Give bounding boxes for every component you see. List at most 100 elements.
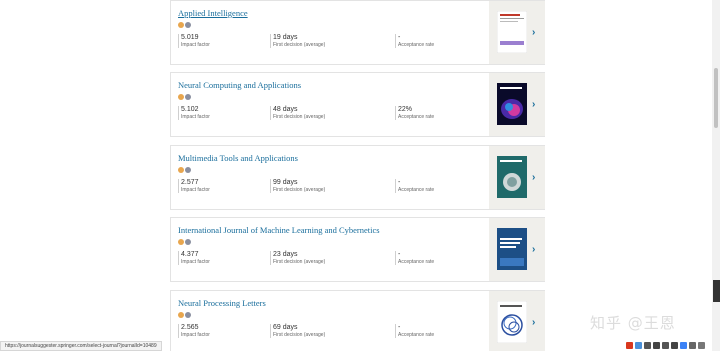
open-access-icons bbox=[178, 239, 191, 245]
mic-icon[interactable] bbox=[671, 342, 678, 349]
journal-cover-image bbox=[497, 83, 527, 125]
first-decision-value: 69 days bbox=[273, 324, 298, 331]
impact-factor-label: Impact factor bbox=[181, 114, 210, 120]
shirt-icon[interactable] bbox=[689, 342, 696, 349]
side-feedback-tab[interactable] bbox=[713, 280, 720, 302]
journal-card[interactable]: Multimedia Tools and Applications 2.577 I… bbox=[170, 145, 545, 210]
first-decision-value: 19 days bbox=[273, 34, 298, 41]
first-decision: 69 days First decision (average) bbox=[270, 324, 360, 338]
first-decision-value: 99 days bbox=[273, 179, 298, 186]
acceptance-rate-label: Acceptance rate bbox=[398, 187, 435, 193]
impact-factor: 5.019 Impact factor bbox=[178, 34, 268, 48]
grid-icon[interactable] bbox=[698, 342, 705, 349]
punctuation-icon[interactable] bbox=[644, 342, 651, 349]
journal-card[interactable]: Applied Intelligence 5.019 Impact factor … bbox=[170, 0, 545, 65]
chevron-right-icon[interactable]: › bbox=[532, 317, 540, 328]
first-decision-label: First decision (average) bbox=[273, 259, 326, 265]
journal-title-link[interactable]: Applied Intelligence bbox=[178, 8, 248, 18]
journal-card[interactable]: International Journal of Machine Learnin… bbox=[170, 217, 545, 282]
author-icon bbox=[185, 94, 191, 100]
open-access-icons bbox=[178, 94, 191, 100]
journal-title-link[interactable]: Neural Computing and Applications bbox=[178, 80, 301, 90]
impact-factor-label: Impact factor bbox=[181, 42, 210, 48]
first-decision-value: 23 days bbox=[273, 251, 298, 258]
impact-factor-label: Impact factor bbox=[181, 187, 210, 193]
system-tray bbox=[626, 340, 705, 351]
open-access-icons bbox=[178, 312, 191, 318]
impact-factor-label: Impact factor bbox=[181, 259, 210, 265]
acceptance-rate-value: - bbox=[398, 251, 401, 258]
impact-factor-value: 4.377 bbox=[181, 251, 199, 258]
impact-factor: 5.102 Impact factor bbox=[178, 106, 268, 120]
open-access-icons bbox=[178, 22, 191, 28]
impact-factor-value: 2.577 bbox=[181, 179, 199, 186]
acceptance-rate-label: Acceptance rate bbox=[398, 114, 435, 120]
first-decision-label: First decision (average) bbox=[273, 42, 326, 48]
journal-cover-image bbox=[497, 301, 527, 343]
first-decision-value: 48 days bbox=[273, 106, 298, 113]
first-decision: 48 days First decision (average) bbox=[270, 106, 360, 120]
acceptance-rate-label: Acceptance rate bbox=[398, 42, 435, 48]
open-access-icon bbox=[178, 22, 184, 28]
journal-cover-panel[interactable]: › bbox=[489, 73, 545, 136]
impact-factor-value: 5.102 bbox=[181, 106, 199, 113]
impact-factor-value: 5.019 bbox=[181, 34, 199, 41]
first-decision: 19 days First decision (average) bbox=[270, 34, 360, 48]
acceptance-rate-value: - bbox=[398, 324, 401, 331]
acceptance-rate: - Acceptance rate bbox=[395, 179, 485, 193]
acceptance-rate: - Acceptance rate bbox=[395, 251, 485, 265]
open-access-icon bbox=[178, 312, 184, 318]
journal-cover-image bbox=[497, 156, 527, 198]
impact-factor: 2.577 Impact factor bbox=[178, 179, 268, 193]
first-decision: 99 days First decision (average) bbox=[270, 179, 360, 193]
impact-factor-value: 2.565 bbox=[181, 324, 199, 331]
chevron-right-icon[interactable]: › bbox=[532, 244, 540, 255]
journal-cover-panel[interactable]: › bbox=[489, 146, 545, 209]
language-icon[interactable] bbox=[635, 342, 642, 349]
acceptance-rate: - Acceptance rate bbox=[395, 34, 485, 48]
watermark: 知乎 @王恩 bbox=[590, 314, 676, 332]
journal-title-link[interactable]: Neural Processing Letters bbox=[178, 298, 266, 308]
first-decision-label: First decision (average) bbox=[273, 187, 326, 193]
first-decision: 23 days First decision (average) bbox=[270, 251, 360, 265]
author-icon bbox=[185, 22, 191, 28]
acceptance-rate-label: Acceptance rate bbox=[398, 259, 435, 265]
ime-icon[interactable] bbox=[626, 342, 633, 349]
acceptance-rate: 22% Acceptance rate bbox=[395, 106, 485, 120]
acceptance-rate-value: - bbox=[398, 179, 401, 186]
author-icon bbox=[185, 312, 191, 318]
open-access-icon bbox=[178, 94, 184, 100]
journal-cover-image bbox=[497, 11, 527, 53]
journal-cover-panel[interactable]: › bbox=[489, 291, 545, 351]
journal-cover-panel[interactable]: › bbox=[489, 218, 545, 281]
journal-card[interactable]: Neural Processing Letters 2.565 Impact fa… bbox=[170, 290, 545, 351]
journal-cover-panel[interactable]: › bbox=[489, 1, 545, 64]
open-access-icons bbox=[178, 167, 191, 173]
impact-factor: 2.565 Impact factor bbox=[178, 324, 268, 338]
journal-cover-image bbox=[497, 228, 527, 270]
acceptance-rate-value: 22% bbox=[398, 106, 413, 113]
status-bar-url: https://journalsuggester.springer.com/se… bbox=[0, 341, 162, 351]
journal-title-link[interactable]: Multimedia Tools and Applications bbox=[178, 153, 298, 163]
impact-factor: 4.377 Impact factor bbox=[178, 251, 268, 265]
first-decision-label: First decision (average) bbox=[273, 332, 326, 338]
emoji-icon[interactable] bbox=[662, 342, 669, 349]
scrollbar-thumb[interactable] bbox=[714, 68, 718, 128]
keyboard-icon[interactable] bbox=[680, 342, 687, 349]
impact-factor-label: Impact factor bbox=[181, 332, 210, 338]
author-icon bbox=[185, 239, 191, 245]
acceptance-rate-value: - bbox=[398, 34, 401, 41]
first-decision-label: First decision (average) bbox=[273, 114, 326, 120]
chevron-right-icon[interactable]: › bbox=[532, 27, 540, 38]
author-icon bbox=[185, 167, 191, 173]
open-access-icon bbox=[178, 239, 184, 245]
journal-suggester-page: { "journals": [ {"title": "Applied Intel… bbox=[0, 0, 720, 351]
acceptance-rate-label: Acceptance rate bbox=[398, 332, 435, 338]
moon-icon[interactable] bbox=[653, 342, 660, 349]
acceptance-rate: - Acceptance rate bbox=[395, 324, 485, 338]
chevron-right-icon[interactable]: › bbox=[532, 99, 540, 110]
open-access-icon bbox=[178, 167, 184, 173]
chevron-right-icon[interactable]: › bbox=[532, 172, 540, 183]
journal-card[interactable]: Neural Computing and Applications 5.102 I… bbox=[170, 72, 545, 137]
journal-title-link[interactable]: International Journal of Machine Learnin… bbox=[178, 225, 380, 235]
